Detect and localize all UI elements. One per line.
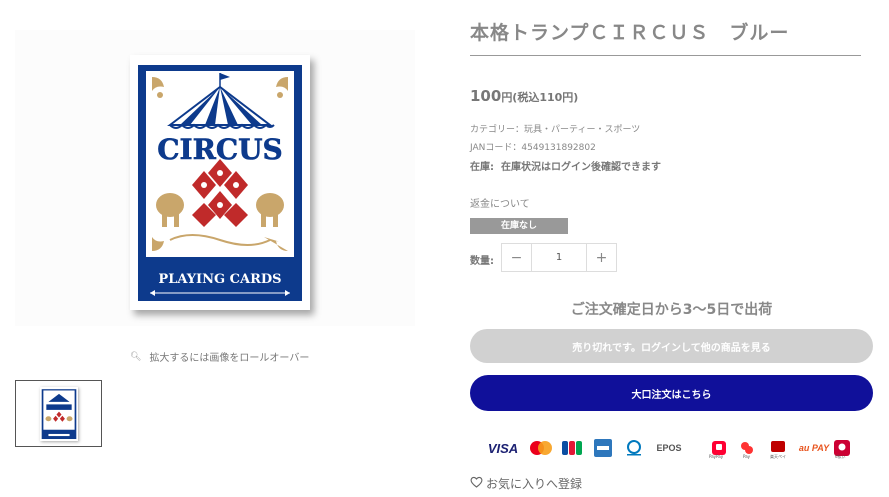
merpay-caption: Pay bbox=[743, 454, 751, 459]
bulk-order-button[interactable]: 大口注文はこちら bbox=[470, 375, 873, 411]
rakuten-pay-caption: 楽天ペイ bbox=[770, 454, 786, 459]
stock-label: 在庫: bbox=[470, 162, 494, 173]
favorites-label: お気に入りへ登録 bbox=[486, 477, 583, 491]
zoom-hint-text: 拡大するには画像をロールオーバー bbox=[149, 353, 310, 364]
sold-out-button[interactable]: 売り切れです。ログインして他の商品を見る bbox=[470, 329, 873, 363]
heart-icon bbox=[470, 476, 483, 491]
paypay-icon: PayPay bbox=[709, 437, 728, 459]
stock-status: 在庫: 在庫状況はログイン後確認できます bbox=[470, 158, 661, 173]
epos-icon: EPOS bbox=[656, 443, 682, 453]
amex-icon bbox=[594, 437, 612, 459]
playing-card-box-image: CIRCUS PLAYING CARDS bbox=[130, 55, 310, 310]
zoom-hint: 🔍︎ 拡大するには画像をロールオーバー bbox=[130, 349, 310, 365]
mastercard-icon bbox=[530, 437, 552, 459]
visa-icon: VISA bbox=[487, 440, 519, 456]
d-barai-caption: d払い bbox=[835, 454, 846, 459]
paypay-caption: PayPay bbox=[709, 454, 724, 459]
quantity-label: 数量: bbox=[470, 256, 494, 267]
quantity-input[interactable]: 1 bbox=[531, 244, 587, 271]
card-subtitle-text: PLAYING CARDS bbox=[158, 272, 281, 287]
product-title: 本格トランプＣＩＲＣＵＳ ブルー bbox=[470, 22, 790, 44]
jcb-icon bbox=[562, 437, 582, 459]
price-value: 100 bbox=[470, 87, 502, 105]
product-category: カテゴリー：玩具・パーティー・スポーツ bbox=[470, 125, 641, 135]
rakuten-pay-icon: 楽天ペイ bbox=[768, 437, 788, 459]
au-pay-icon: au PAY bbox=[798, 443, 830, 453]
stock-text: 在庫状況はログイン後確認できます bbox=[500, 162, 661, 173]
shipping-notice: ご注文確定日から3〜5日で出荷 bbox=[570, 302, 773, 318]
diners-club-icon bbox=[624, 437, 644, 459]
refund-link[interactable]: 返金について bbox=[470, 195, 530, 210]
thumbnail-card-image bbox=[40, 387, 78, 441]
thumbnail-1[interactable] bbox=[15, 380, 102, 447]
price-unit: 円(税込110円) bbox=[501, 91, 579, 104]
plus-icon[interactable]: + bbox=[587, 244, 616, 271]
d-barai-icon: d払い bbox=[834, 437, 850, 459]
quantity-stepper: − 1 + bbox=[501, 243, 617, 272]
merpay-icon: Pay bbox=[740, 437, 754, 459]
minus-icon[interactable]: − bbox=[502, 244, 531, 271]
product-jan-code: JANコード：4549131892802 bbox=[470, 143, 596, 153]
product-price: 100円(税込110円) bbox=[470, 86, 578, 105]
out-of-stock-badge: 在庫なし bbox=[470, 218, 568, 234]
search-icon: 🔍︎ bbox=[130, 351, 142, 362]
payment-methods: VISA EPOS PayPay Pay 楽天ペイ au PAY d払い bbox=[488, 437, 868, 459]
card-title-text: CIRCUS bbox=[157, 133, 283, 166]
add-to-favorites-link[interactable]: お気に入りへ登録 bbox=[470, 475, 582, 492]
title-divider bbox=[470, 55, 861, 56]
